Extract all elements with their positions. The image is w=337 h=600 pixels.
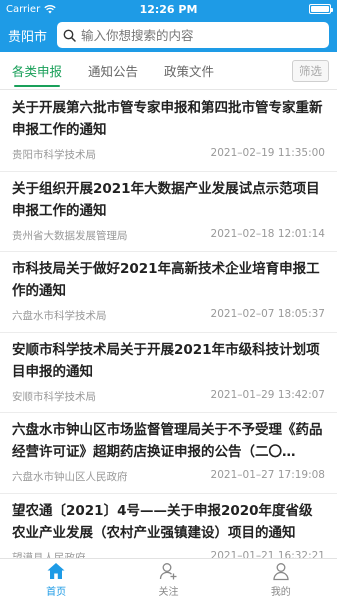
list-item[interactable]: 望农通〔2021〕4号——关于申报2020年度省级农业产业发展（农村产业强镇建设… [0,494,337,558]
app-header: 贵阳市 [0,18,337,52]
nav-home-label: 首页 [46,587,67,598]
user-icon [273,563,289,581]
item-datetime: 2021–02–19 11:35:00 [210,147,325,159]
list-item[interactable]: 关于组织开展2021年大数据产业发展试点示范项目申报工作的通知 贵州省大数据发展… [0,172,337,253]
search-bar[interactable] [57,22,329,48]
tab-policies[interactable]: 政策文件 [164,52,214,90]
search-input[interactable] [81,27,323,43]
item-title: 六盘水市钟山区市场监督管理局关于不予受理《药品经营许可证》超期药店换证申报的公告… [12,422,323,461]
search-icon [63,29,76,42]
list-item[interactable]: 六盘水市钟山区市场监督管理局关于不予受理《药品经营许可证》超期药店换证申报的公告… [0,413,337,494]
item-source: 贵阳市科学技术局 [12,149,96,161]
item-datetime: 2021–01–29 13:42:07 [210,388,325,401]
nav-follow[interactable]: 关注 [112,559,224,600]
nav-home[interactable]: 首页 [0,559,112,600]
item-title: 关于开展第六批市管专家申报和第四批市管专家重新申报工作的通知 [12,100,323,138]
category-tabs: 各类申报 通知公告 政策文件 筛选 [0,52,337,90]
item-source: 望谟县人民政府 [12,551,86,558]
item-title: 安顺市科学技术局关于开展2021年市级科技计划项目申报的通知 [12,341,320,380]
item-title: 望农通〔2021〕4号——关于申报2020年度省级农业产业发展（农村产业强镇建设… [12,502,313,541]
list-item[interactable]: 市科技局关于做好2021年高新技术企业培育申报工作的通知 六盘水市科学技术局 2… [0,252,337,333]
status-time: 12:26 PM [139,2,198,16]
nav-follow-label: 关注 [158,587,179,598]
item-source: 六盘水市科学技术局 [12,310,107,323]
tab-declarations[interactable]: 各类申报 [12,52,62,90]
status-bar: Carrier 12:26 PM [0,0,337,18]
list-item[interactable]: 安顺市科学技术局关于开展2021年市级科技计划项目申报的通知 安顺市科学技术局 … [0,333,337,414]
item-source: 六盘水市钟山区人民政府 [12,471,128,484]
city-selector[interactable]: 贵阳市 [8,26,47,45]
nav-profile[interactable]: 我的 [225,559,337,600]
home-icon [47,563,65,579]
item-datetime: 2021–02–18 12:01:14 [210,227,325,240]
item-datetime: 2021–02–07 18:05:37 [210,308,325,321]
filter-button[interactable]: 筛选 [292,59,329,82]
item-source: 贵州省大数据发展管理局 [12,229,128,242]
add-user-icon [160,563,177,580]
item-title: 关于组织开展2021年大数据产业发展试点示范项目申报工作的通知 [12,180,320,219]
notice-list[interactable]: 关于开展第六批市管专家申报和第四批市管专家重新申报工作的通知 贵阳市科学技术局 … [0,91,337,558]
list-item[interactable]: 关于开展第六批市管专家申报和第四批市管专家重新申报工作的通知 贵阳市科学技术局 … [0,91,337,172]
item-datetime: 2021–01–27 17:19:08 [210,469,325,482]
tab-notices[interactable]: 通知公告 [88,52,138,90]
nav-profile-label: 我的 [270,587,291,598]
item-source: 安顺市科学技术局 [12,390,96,403]
item-title: 市科技局关于做好2021年高新技术企业培育申报工作的通知 [12,261,320,300]
item-datetime: 2021–01–21 16:32:21 [210,549,325,558]
battery-icon [309,4,333,14]
bottom-nav: 首页 关注 我的 [0,558,337,600]
